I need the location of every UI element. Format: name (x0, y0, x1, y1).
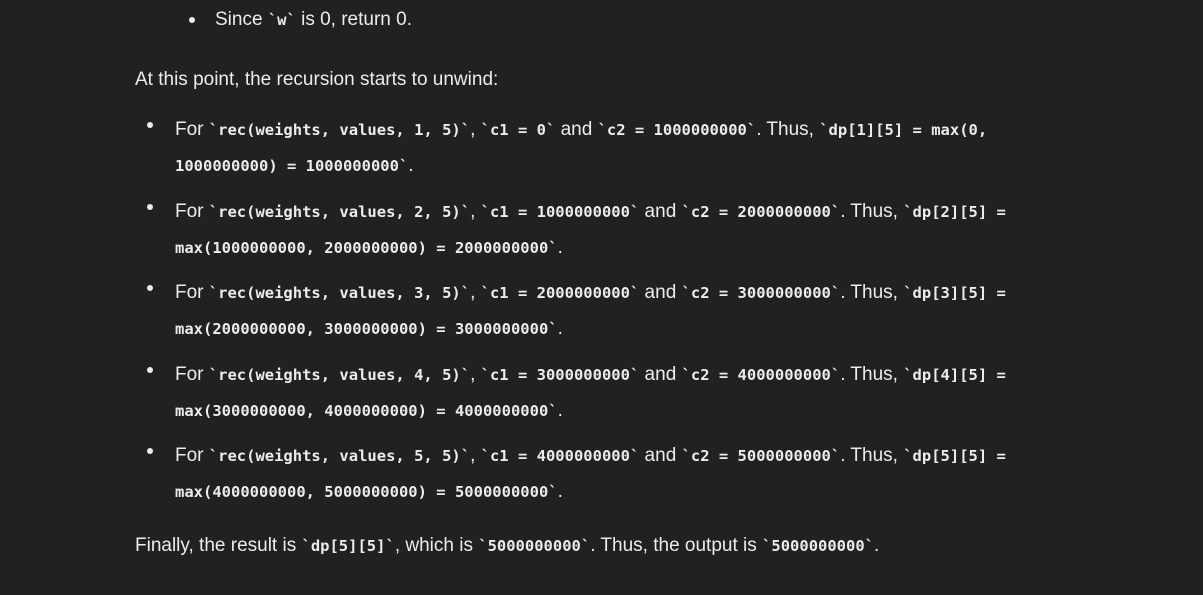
text: Since (215, 9, 268, 30)
bullet-icon (147, 122, 153, 128)
list-item: For `rec(weights, values, 1, 5)`, `c1 = … (135, 112, 1035, 194)
bullet-icon (147, 285, 153, 291)
inline-code: `rec(weights, values, 2, 5)` (208, 202, 471, 221)
bullet-icon (147, 203, 153, 210)
inline-code: `c2 = 5000000000` (681, 447, 841, 465)
inline-code: `c2 = 1000000000` (597, 121, 757, 139)
inline-code: `c2 = 4000000000` (681, 365, 841, 384)
inline-code: `c1 = 3000000000` (480, 365, 640, 384)
inline-code: `c1 = 0` (480, 121, 556, 139)
list-item: Since `w` is 0, return 0. (189, 7, 412, 33)
inline-code: `c1 = 2000000000` (480, 284, 640, 302)
recursion-list: For `rec(weights, values, 1, 5)`, `c1 = … (135, 112, 1035, 520)
list-item: For `rec(weights, values, 3, 5)`, `c1 = … (135, 275, 1035, 357)
inline-code: `rec(weights, values, 4, 5)` (208, 365, 471, 384)
inline-code: `rec(weights, values, 3, 5)` (208, 284, 471, 302)
bullet-icon (147, 366, 153, 373)
inline-code: `c1 = 1000000000` (480, 202, 640, 221)
inline-code: `rec(weights, values, 5, 5)` (208, 447, 471, 465)
paragraph-final: Finally, the result is `dp[5][5]`, which… (135, 535, 880, 556)
text: is 0, return 0. (295, 9, 412, 30)
inline-code: `5000000000` (478, 537, 591, 555)
inline-code: `5000000000` (762, 537, 875, 555)
list-item: For `rec(weights, values, 5, 5)`, `c1 = … (135, 438, 1035, 520)
nested-list: Since `w` is 0, return 0. (189, 7, 412, 33)
bullet-icon (147, 448, 153, 454)
list-item: For `rec(weights, values, 2, 5)`, `c1 = … (135, 194, 1035, 276)
inline-code: `c2 = 2000000000` (681, 202, 841, 221)
bullet-icon (189, 17, 195, 23)
inline-code: `rec(weights, values, 1, 5)` (208, 121, 471, 139)
paragraph-unwind: At this point, the recursion starts to u… (135, 69, 499, 90)
inline-code: `c2 = 3000000000` (681, 284, 841, 302)
inline-code: `w` (267, 11, 296, 29)
inline-code: `dp[5][5]` (301, 537, 395, 555)
list-item: For `rec(weights, values, 4, 5)`, `c1 = … (135, 357, 1035, 439)
inline-code: `c1 = 4000000000` (480, 447, 640, 465)
